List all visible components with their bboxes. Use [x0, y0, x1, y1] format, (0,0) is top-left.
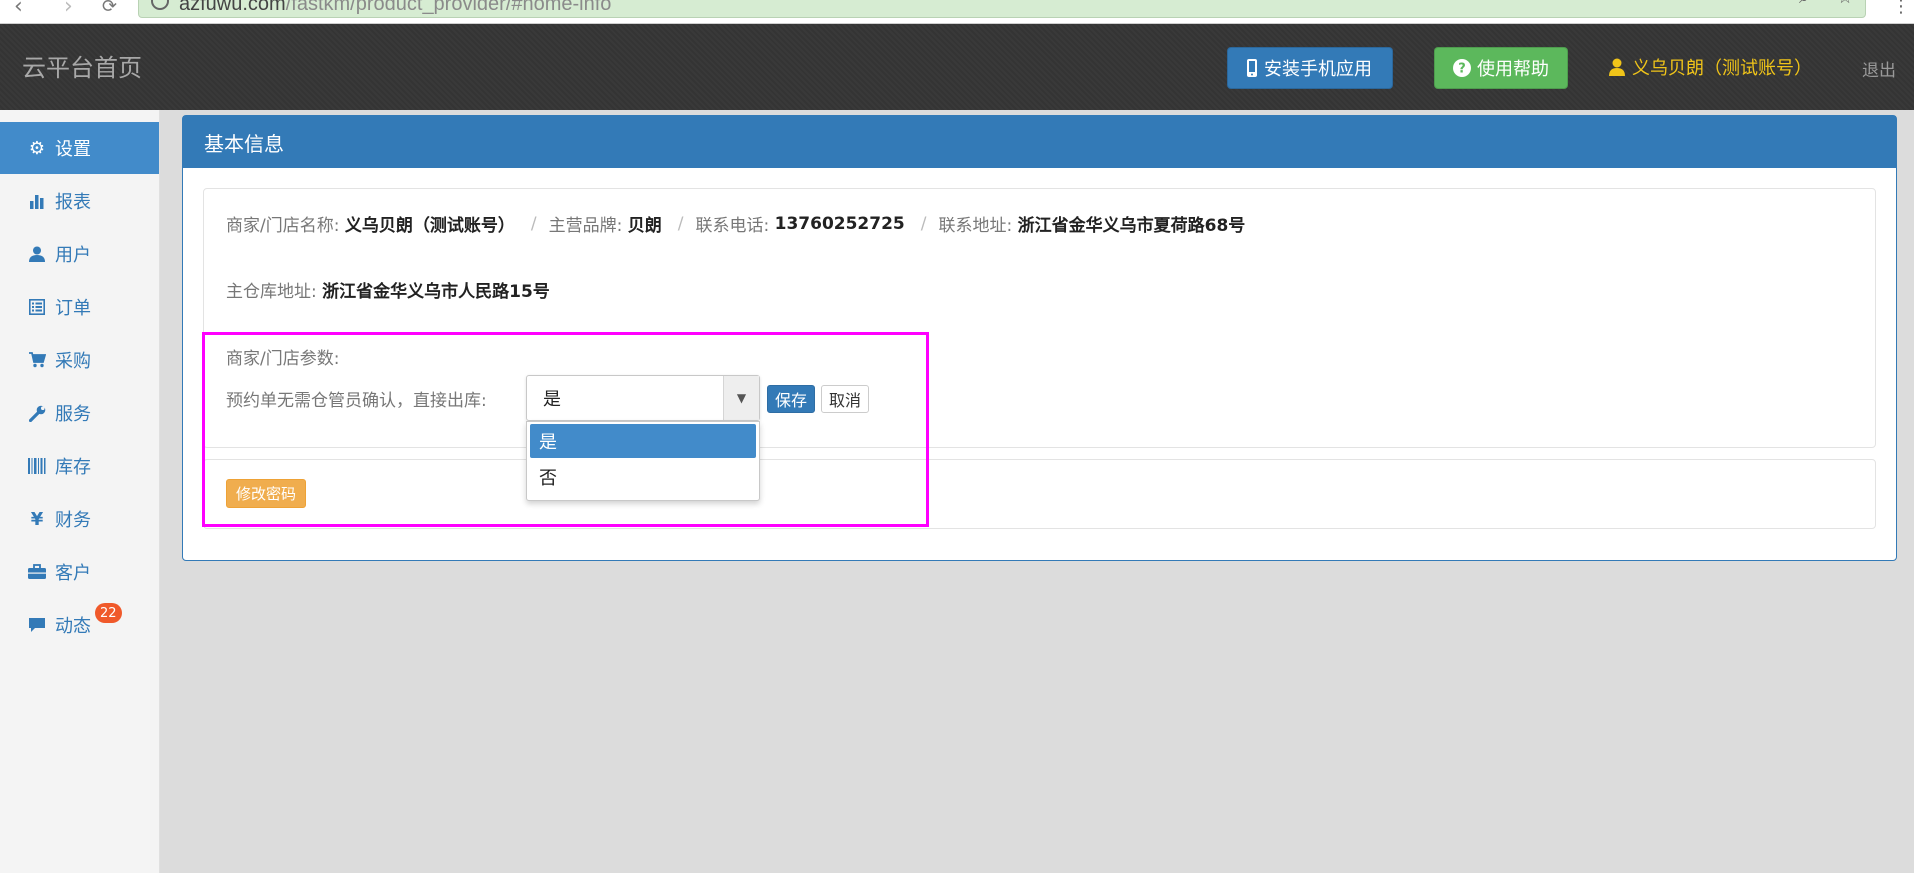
info-well: 商家/门店名称: 义乌贝朗（测试账号） / 主营品牌: 贝朗 / 联系电话: 1…	[203, 188, 1876, 501]
wrench-icon	[27, 405, 47, 422]
store-params-title: 商家/门店参数:	[226, 349, 340, 369]
sidebar-item-settings[interactable]: ⚙ 设置	[0, 122, 159, 174]
top-navbar: 云平台首页 安装手机应用 ? 使用帮助 义乌贝朗（测试账号） 退出	[0, 24, 1914, 110]
sidebar-item-service[interactable]: 服务	[0, 387, 159, 439]
menu-icon[interactable]: ⋮	[1892, 0, 1910, 17]
phone-value: 13760252725	[774, 213, 905, 234]
sidebar-item-label: 报表	[55, 192, 91, 213]
forward-icon[interactable]: ›	[64, 0, 73, 19]
notification-badge: 22	[95, 603, 122, 623]
sidebar-item-label: 用户	[55, 245, 91, 266]
phone-label: 联系电话:	[695, 216, 770, 236]
direct-outbound-label: 预约单无需仓管员确认，直接出库:	[226, 391, 487, 411]
help-button[interactable]: ? 使用帮助	[1434, 47, 1568, 89]
svg-text:?: ?	[1458, 62, 1466, 77]
cancel-button[interactable]: 取消	[821, 385, 869, 413]
comment-icon	[27, 617, 47, 633]
question-circle-icon: ?	[1453, 59, 1471, 77]
user-icon	[1609, 58, 1625, 76]
save-button[interactable]: 保存	[767, 385, 815, 413]
warehouse-value: 浙江省金华义乌市人民路15号	[322, 282, 550, 302]
sidebar-item-label: 财务	[55, 510, 91, 531]
caret-down-icon[interactable]: ▼	[723, 376, 759, 420]
list-alt-icon	[27, 299, 47, 315]
sidebar: ⚙ 设置 报表 用户 订单 采购 服务 库存 ¥ 财务 客户 动态 22	[0, 110, 160, 873]
sidebar-item-customers[interactable]: 客户	[0, 546, 159, 598]
user-menu[interactable]: 义乌贝朗（测试账号）	[1608, 54, 1812, 80]
brand-link[interactable]: 云平台首页	[22, 48, 142, 83]
warehouse-label: 主仓库地址:	[226, 282, 317, 302]
star-icon[interactable]: ☆	[1837, 0, 1853, 8]
basic-info-panel: 基本信息 商家/门店名称: 义乌贝朗（测试账号） / 主营品牌: 贝朗 / 联系…	[182, 115, 1897, 561]
sidebar-item-label: 服务	[55, 404, 91, 425]
install-app-button[interactable]: 安装手机应用	[1227, 47, 1393, 89]
sidebar-item-label: 库存	[55, 457, 91, 478]
help-label: 使用帮助	[1477, 59, 1549, 80]
store-name-label: 商家/门店名称:	[226, 216, 340, 236]
briefcase-icon	[27, 564, 47, 580]
select-option-no[interactable]: 否	[530, 460, 756, 494]
sidebar-item-purchase[interactable]: 采购	[0, 334, 159, 386]
sidebar-item-label: 客户	[55, 563, 91, 584]
sidebar-item-users[interactable]: 用户	[0, 228, 159, 280]
sidebar-item-label: 设置	[55, 139, 91, 160]
info-icon	[151, 0, 169, 10]
url-path: /fastkm/product_provider/#home-info	[285, 0, 612, 15]
sidebar-item-finance[interactable]: ¥ 财务	[0, 493, 159, 545]
logout-link[interactable]: 退出	[1862, 56, 1896, 81]
select-value: 是	[543, 389, 561, 410]
address-label: 联系地址:	[938, 216, 1013, 236]
brand-value: 贝朗	[627, 216, 662, 236]
select-dropdown-menu: 是 否	[526, 421, 760, 501]
barcode-icon	[27, 458, 47, 474]
sidebar-item-activity[interactable]: 动态 22	[0, 599, 159, 651]
user-name: 义乌贝朗（测试账号）	[1632, 58, 1812, 79]
brand-label: 主营品牌:	[548, 216, 623, 236]
change-password-button[interactable]: 修改密码	[226, 479, 306, 508]
bar-chart-icon	[27, 193, 47, 209]
shopping-cart-icon	[27, 352, 47, 368]
mobile-phone-icon	[1247, 59, 1257, 77]
sidebar-item-label: 动态	[55, 616, 91, 637]
install-app-label: 安装手机应用	[1264, 59, 1372, 80]
user-icon	[27, 246, 47, 262]
sidebar-item-label: 订单	[55, 298, 91, 319]
store-name-value: 义乌贝朗（测试账号）	[344, 216, 515, 236]
info-row-warehouse: 主仓库地址: 浙江省金华义乌市人民路15号	[226, 277, 554, 302]
password-well: 修改密码	[203, 459, 1876, 529]
yen-icon: ¥	[30, 508, 44, 530]
sidebar-item-reports[interactable]: 报表	[0, 175, 159, 227]
browser-toolbar: ‹ › ⟳ azfuwu.com/fastkm/product_provider…	[0, 0, 1914, 24]
address-value: 浙江省金华义乌市夏荷路68号	[1017, 216, 1246, 236]
select-option-yes[interactable]: 是	[530, 424, 756, 458]
sidebar-item-inventory[interactable]: 库存	[0, 440, 159, 492]
reload-icon[interactable]: ⟳	[102, 0, 117, 17]
address-bar[interactable]: azfuwu.com/fastkm/product_provider/#home…	[138, 0, 1866, 18]
search-icon[interactable]: ⌕	[1799, 0, 1809, 8]
gear-icon: ⚙	[28, 137, 46, 159]
sidebar-item-label: 采购	[55, 351, 91, 372]
direct-outbound-select[interactable]: 是 ▼	[526, 375, 760, 421]
info-row-primary: 商家/门店名称: 义乌贝朗（测试账号） / 主营品牌: 贝朗 / 联系电话: 1…	[226, 211, 1249, 237]
url-host: azfuwu.com	[179, 0, 286, 15]
panel-heading: 基本信息	[183, 116, 1896, 168]
sidebar-item-orders[interactable]: 订单	[0, 281, 159, 333]
back-icon[interactable]: ‹	[14, 0, 23, 19]
